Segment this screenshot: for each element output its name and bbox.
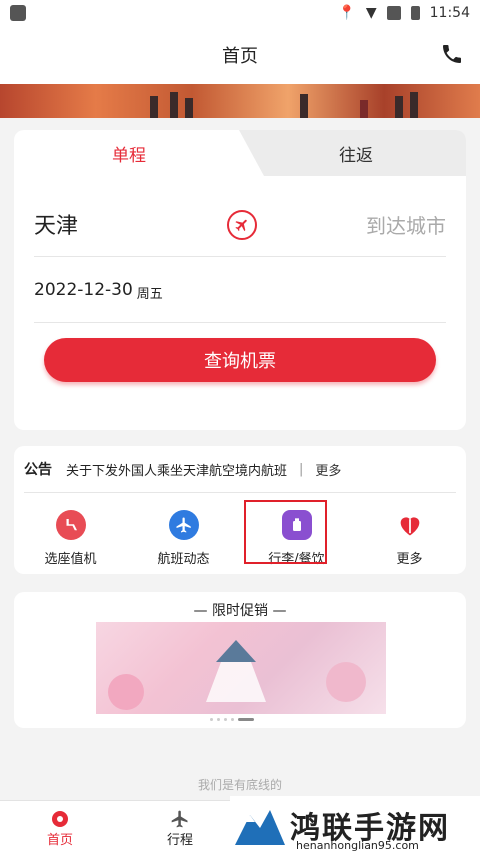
pagination-dot (217, 718, 220, 721)
signal-icon (386, 6, 401, 20)
city-row: 天津 到达城市 (34, 192, 446, 257)
pagination-dot (231, 718, 234, 721)
tab-round-trip-label: 往返 (339, 145, 373, 166)
quick-action-label: 航班动态 (157, 552, 210, 567)
quick-action-label: 更多 (396, 552, 423, 567)
arrival-city-field[interactable]: 到达城市 (366, 210, 446, 239)
seat-checkin-icon (55, 510, 86, 540)
tab-trips[interactable]: 行程 (120, 801, 240, 855)
quick-action-more[interactable]: 更多 (353, 502, 466, 572)
announcement-text[interactable]: 关于下发外国人乘坐天津航空境内航班 (66, 460, 287, 479)
home-icon (52, 810, 68, 827)
pagination-dot (224, 718, 227, 721)
location-icon: 📍 (338, 5, 356, 21)
quick-action-luggage-meal[interactable]: 行李/餐饮 (240, 500, 353, 572)
tab-home-label: 首页 (46, 832, 73, 848)
date-row[interactable]: 2022-12-30 周五 (34, 258, 446, 323)
quick-action-flight-status[interactable]: 航班动态 (127, 502, 240, 572)
watermark-logo-icon (235, 810, 285, 845)
promo-card: — 限时促销 — (14, 592, 466, 728)
swap-plane-icon[interactable] (227, 210, 257, 240)
quick-action-seat-checkin[interactable]: 选座值机 (14, 502, 127, 572)
pagination-dot-active (238, 718, 254, 721)
heart-icon (395, 510, 425, 540)
phone-icon[interactable] (440, 42, 464, 66)
tab-round-trip[interactable]: 往返 (246, 130, 466, 176)
plane-icon (171, 810, 188, 827)
highlight-box (244, 500, 327, 564)
battery-icon (410, 6, 420, 20)
departure-weekday: 周五 (136, 286, 163, 302)
quick-action-label: 选座值机 (44, 552, 97, 567)
status-time: 11:54 (429, 5, 470, 21)
watermark-url: henanhonglian95.com (296, 839, 419, 852)
departure-city[interactable]: 天津 (34, 208, 78, 240)
divider: | (299, 461, 304, 477)
tab-one-way[interactable]: 单程 (14, 130, 264, 176)
flight-search-card: 单程 往返 天津 到达城市 2022-12-30 周五 查询机票 (14, 130, 466, 430)
notice-card: 公告 关于下发外国人乘坐天津航空境内航班 | 更多 选座值机 航班动态 行李/餐… (14, 446, 466, 574)
announcement-bar[interactable]: 公告 关于下发外国人乘坐天津航空境内航班 | 更多 (24, 446, 456, 493)
tab-home[interactable]: 首页 (0, 801, 120, 855)
quick-actions: 选座值机 航班动态 行李/餐饮 更多 (14, 500, 466, 572)
promo-pagination (210, 718, 254, 721)
promo-title: — 限时促销 — (193, 603, 287, 619)
tab-one-way-label: 单程 (112, 145, 146, 166)
header-banner-illustration (0, 84, 480, 118)
status-bar: 📍 ▼ 11:54 (0, 0, 480, 26)
wifi-icon: ▼ (365, 5, 377, 21)
status-right: 📍 ▼ 11:54 (338, 5, 470, 21)
search-flights-button[interactable]: 查询机票 (44, 338, 436, 382)
notification-icon (10, 5, 26, 21)
flight-status-icon (168, 510, 199, 540)
trip-type-tabs: 单程 往返 (14, 130, 466, 176)
promo-banner-image[interactable] (96, 622, 386, 714)
pagination-dot (210, 718, 213, 721)
page-title: 首页 (222, 46, 258, 67)
announcement-tag: 公告 (24, 462, 52, 478)
tab-trips-label: 行程 (166, 832, 193, 848)
end-of-list-hint: 我们是有底线的 (197, 778, 282, 792)
app-header: 首页 (0, 26, 480, 84)
announcement-more-link[interactable]: 更多 (315, 460, 341, 479)
departure-date: 2022-12-30 (34, 280, 133, 300)
site-watermark: 鸿联手游网 henanhonglian95.com (230, 796, 480, 854)
